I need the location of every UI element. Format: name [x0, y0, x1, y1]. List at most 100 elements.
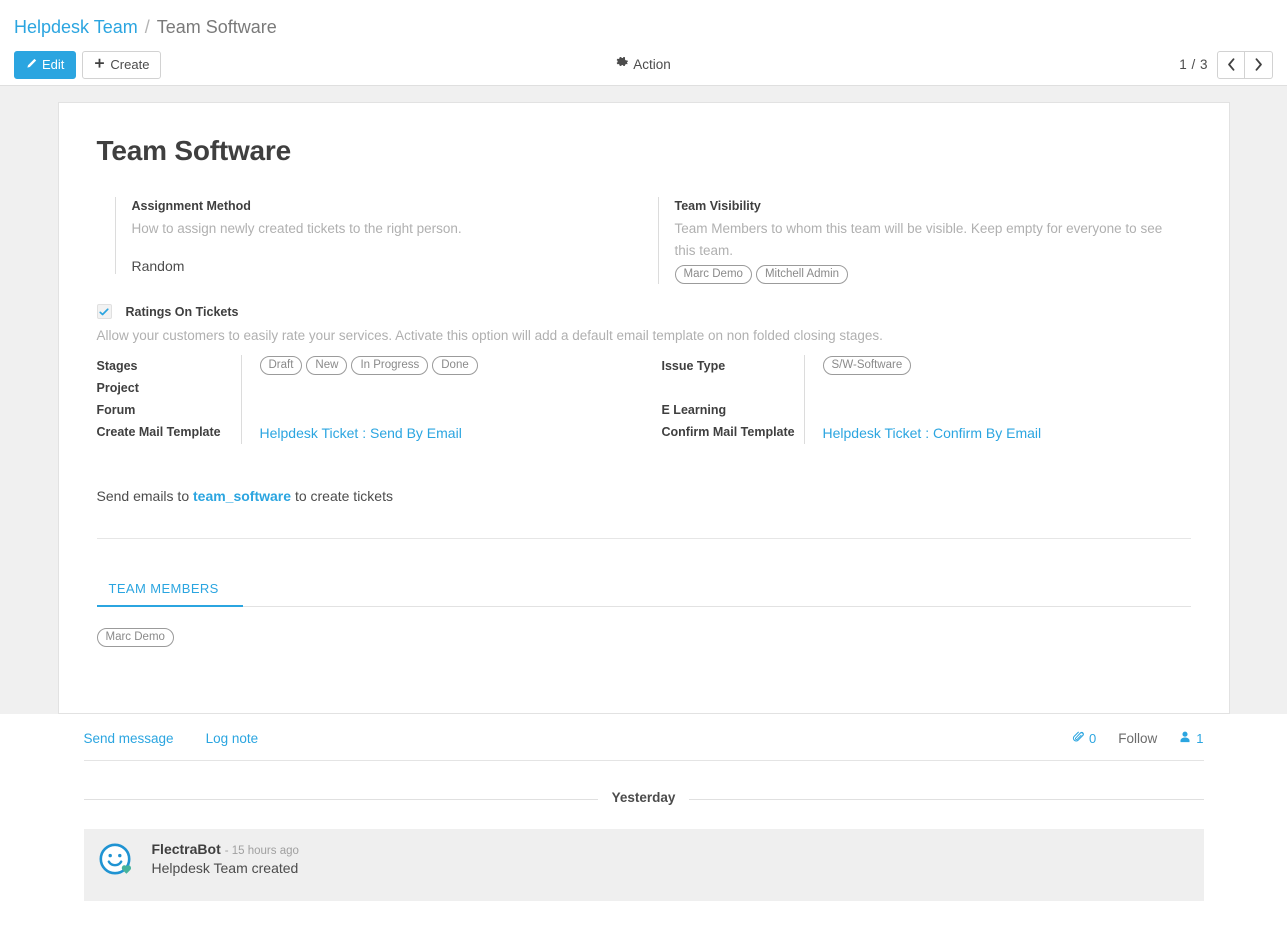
- alias-line: Send emails to team_software to create t…: [97, 488, 1197, 504]
- project-value[interactable]: [260, 378, 644, 400]
- day-separator: Yesterday: [83, 789, 1204, 809]
- ratings-on-tickets-checkbox[interactable]: [96, 304, 112, 319]
- follow-button[interactable]: Follow: [1118, 731, 1157, 746]
- breadcrumb-separator: /: [144, 16, 150, 37]
- plus-icon: [94, 57, 105, 73]
- chatter: Send message Log note 0 Follow 1 Yesterd…: [0, 714, 1287, 901]
- tag-pill[interactable]: Done: [432, 356, 478, 375]
- left-field-values: Draft New In Progress Done Helpdesk Ticket …: [240, 355, 644, 444]
- team-members-tags: Marc Demo: [96, 628, 1191, 647]
- tag-pill[interactable]: Marc Demo: [674, 265, 752, 284]
- pager-previous-button[interactable]: [1217, 50, 1245, 79]
- e-learning-value[interactable]: [823, 400, 1197, 422]
- tab-team-members[interactable]: TEAM MEMBERS: [96, 575, 243, 607]
- project-label: Project: [96, 381, 139, 395]
- page-title: Team Software: [96, 135, 292, 166]
- primary-field-groups: Assignment Method How to assign newly cr…: [91, 197, 1197, 284]
- day-separator-label: Yesterday: [597, 790, 690, 805]
- notebook-tabs: TEAM MEMBERS: [96, 575, 1191, 607]
- create-button[interactable]: Create: [82, 50, 162, 79]
- tag-pill[interactable]: In Progress: [351, 356, 429, 375]
- issue-type-value: S/W-Software: [822, 356, 1197, 378]
- alias-prefix: Send emails to: [96, 488, 190, 504]
- message-text: Helpdesk Team created: [151, 860, 299, 876]
- pager-next-button[interactable]: [1245, 50, 1273, 79]
- log-note-button[interactable]: Log note: [206, 731, 259, 746]
- issue-type-tags: S/W-Software: [822, 356, 1197, 375]
- confirm-mail-template-label: Confirm Mail Template: [661, 425, 795, 439]
- check-icon: [99, 307, 109, 317]
- message-author: FlectraBot - 15 hours ago: [152, 841, 299, 857]
- assignment-method-field: Assignment Method How to assign newly cr…: [114, 197, 618, 274]
- assignment-method-label: Assignment Method: [131, 199, 251, 213]
- team-visibility-help: Team Members to whom this team will be v…: [674, 221, 1163, 258]
- forum-value[interactable]: [260, 400, 644, 422]
- follower-counter[interactable]: 1: [1179, 731, 1204, 746]
- pager-count: 1 / 3: [1179, 57, 1208, 72]
- issue-type-label: Issue Type: [661, 359, 726, 373]
- paperclip-icon: [1072, 730, 1084, 746]
- ratings-on-tickets-label: Ratings On Tickets: [125, 304, 239, 319]
- confirm-mail-template-value: Helpdesk Ticket : Confirm By Email: [823, 422, 1197, 444]
- attachment-count: 0: [1089, 730, 1097, 746]
- tag-pill[interactable]: Mitchell Admin: [755, 265, 849, 284]
- team-visibility-label: Team Visibility: [674, 199, 761, 213]
- stages-value: Draft New In Progress Done: [259, 356, 644, 378]
- form-sheet-area: Team Software Assignment Method How to a…: [0, 86, 1287, 714]
- form-sheet: Team Software Assignment Method How to a…: [57, 102, 1230, 714]
- chatter-inner: Send message Log note 0 Follow 1 Yesterd…: [83, 714, 1204, 901]
- right-spacer-label: [662, 377, 804, 399]
- control-panel: Edit Create Action 1 / 3: [0, 44, 1287, 86]
- chevron-right-icon: [1254, 58, 1263, 71]
- pencil-icon: [26, 57, 37, 73]
- secondary-field-table: Stages Project Forum Create Mail Templat…: [91, 355, 1197, 444]
- send-message-button[interactable]: Send message: [84, 731, 174, 746]
- forum-label: Forum: [96, 403, 136, 417]
- assignment-method-help: How to assign newly created tickets to t…: [131, 221, 462, 236]
- left-field-labels: Stages Project Forum Create Mail Templat…: [91, 355, 241, 444]
- alias-name[interactable]: team_software: [193, 488, 291, 504]
- ratings-on-tickets-help: Allow your customers to easily rate your…: [96, 328, 883, 343]
- message-author-name: FlectraBot: [151, 841, 221, 857]
- assignment-method-value[interactable]: Random: [132, 258, 618, 274]
- attachment-counter[interactable]: 0: [1072, 731, 1096, 746]
- message-timestamp: - 15 hours ago: [224, 845, 299, 857]
- pager: 1 / 3: [1179, 50, 1273, 79]
- tag-pill[interactable]: New: [306, 356, 348, 375]
- sheet-divider: [96, 538, 1191, 539]
- create-mail-template-link[interactable]: Helpdesk Ticket : Send By Email: [260, 425, 462, 441]
- gear-icon: [616, 57, 629, 72]
- right-field-labels: Issue Type E Learning Confirm Mail Templ…: [644, 355, 804, 444]
- create-mail-template-value: Helpdesk Ticket : Send By Email: [260, 422, 644, 444]
- tag-pill[interactable]: Marc Demo: [96, 628, 174, 647]
- e-learning-label: E Learning: [661, 403, 727, 417]
- team-visibility-field: Team Visibility Team Members to whom thi…: [657, 197, 1171, 284]
- tag-pill[interactable]: Draft: [259, 356, 303, 375]
- user-icon: [1179, 731, 1191, 746]
- stages-label: Stages: [96, 359, 138, 373]
- smiley-bot-avatar-icon: [98, 842, 134, 878]
- stages-tags: Draft New In Progress Done: [259, 356, 644, 375]
- message-item: FlectraBot - 15 hours ago Helpdesk Team c…: [83, 829, 1204, 901]
- confirm-mail-template-link[interactable]: Helpdesk Ticket : Confirm By Email: [823, 425, 1042, 441]
- breadcrumb-parent-link[interactable]: Helpdesk Team: [14, 17, 138, 38]
- create-mail-template-label: Create Mail Template: [96, 425, 221, 439]
- action-menu[interactable]: Action: [616, 57, 671, 72]
- message-body: FlectraBot - 15 hours ago Helpdesk Team c…: [152, 841, 299, 887]
- ratings-on-tickets-row: Ratings On Tickets: [91, 304, 1197, 319]
- team-visibility-group: Team Visibility Team Members to whom thi…: [644, 197, 1197, 284]
- edit-button-label: Edit: [42, 56, 65, 72]
- alias-suffix: to create tickets: [294, 488, 393, 504]
- control-panel-center: Action: [0, 44, 1287, 85]
- create-button-label: Create: [110, 56, 150, 72]
- assignment-method-group: Assignment Method How to assign newly cr…: [91, 197, 644, 284]
- action-menu-label: Action: [633, 57, 671, 72]
- right-field-column: Issue Type E Learning Confirm Mail Templ…: [644, 355, 1197, 444]
- tag-pill[interactable]: S/W-Software: [822, 356, 912, 375]
- chatter-divider: [83, 760, 1204, 761]
- breadcrumb-current: Team Software: [156, 16, 277, 37]
- team-visibility-tags: Marc Demo Mitchell Admin: [674, 265, 1171, 284]
- right-field-values: S/W-Software Helpdesk Ticket : Confirm B…: [803, 355, 1197, 444]
- edit-button[interactable]: Edit: [14, 50, 77, 79]
- notebook-page-team-members: Marc Demo: [96, 607, 1191, 647]
